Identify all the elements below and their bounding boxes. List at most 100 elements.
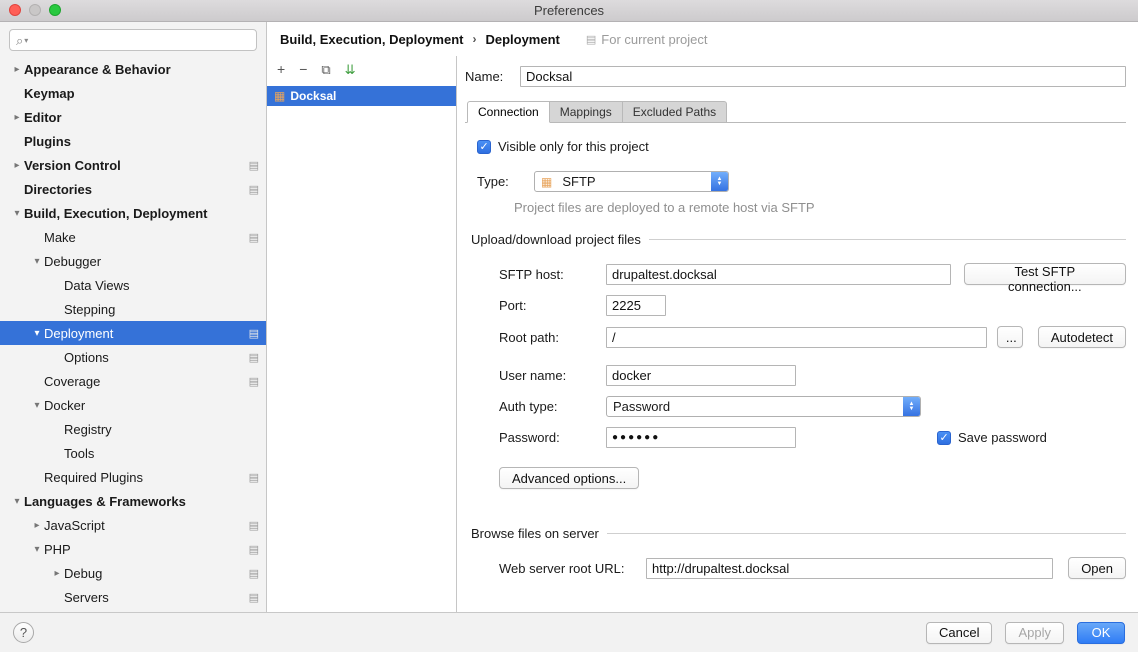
sftp-host-input[interactable] [606,264,951,285]
cancel-button[interactable]: Cancel [926,622,992,644]
password-label: Password: [499,430,606,445]
tab-excluded-paths[interactable]: Excluded Paths [623,101,727,123]
sidebar-item-label: Registry [64,422,112,437]
test-sftp-connection-button[interactable]: Test SFTP connection... [964,263,1126,285]
sidebar-item-coverage[interactable]: Coverage▤ [0,369,266,393]
breadcrumb-item-deployment[interactable]: Deployment [485,32,559,47]
help-button[interactable]: ? [13,622,34,643]
sidebar-item-label: Keymap [24,86,75,101]
main-area: ⌕ ▾ ▸Appearance & BehaviorKeymap▸EditorP… [0,22,1138,612]
type-select[interactable]: ▦ SFTP ▲▼ [534,171,729,192]
browse-root-path-button[interactable]: ... [997,326,1023,348]
breadcrumb-item-build-execution-deployment[interactable]: Build, Execution, Deployment [280,32,463,47]
sidebar-item-label: Servers [64,590,109,605]
sidebar-item-docker[interactable]: ▾Docker [0,393,266,417]
content-row: + − ⧉ ⇊ ▦ Docksal Name: [267,56,1138,612]
advanced-options-button[interactable]: Advanced options... [499,467,639,489]
web-root-label: Web server root URL: [499,561,646,576]
sidebar-item-javascript[interactable]: ▸JavaScript▤ [0,513,266,537]
chevron-right-icon[interactable]: ▸ [10,112,24,123]
sidebar-item-required-plugins[interactable]: Required Plugins▤ [0,465,266,489]
sidebar-item-editor[interactable]: ▸Editor [0,105,266,129]
sidebar-item-version-control[interactable]: ▸Version Control▤ [0,153,266,177]
sidebar-item-php[interactable]: ▾PHP▤ [0,537,266,561]
server-list-panel: + − ⧉ ⇊ ▦ Docksal [267,56,457,612]
sftp-host-label: SFTP host: [499,267,606,282]
dropdown-stepper-icon[interactable]: ▲▼ [711,172,728,191]
sidebar-item-label: Deployment [44,326,113,341]
chevron-down-icon[interactable]: ▾ [10,496,24,507]
port-row: Port: [499,295,1126,316]
settings-search-box[interactable]: ⌕ ▾ [9,29,257,51]
connection-tab-content: Visible only for this project Type: ▦ SF… [465,123,1126,579]
auth-type-label: Auth type: [499,399,606,414]
search-scope-chevron-icon[interactable]: ▾ [24,36,28,45]
apply-button[interactable]: Apply [1005,622,1064,644]
tab-connection[interactable]: Connection [467,101,550,123]
dropdown-stepper-icon[interactable]: ▲▼ [903,397,920,416]
chevron-right-icon[interactable]: ▸ [10,64,24,75]
user-name-input[interactable] [606,365,796,386]
sidebar-item-deployment[interactable]: ▾Deployment▤ [0,321,266,345]
visible-only-checkbox[interactable] [477,140,491,154]
add-server-button[interactable]: + [277,62,285,76]
chevron-right-icon[interactable]: ▸ [30,520,44,531]
sidebar-item-appearance-behavior[interactable]: ▸Appearance & Behavior [0,57,266,81]
ok-button[interactable]: OK [1077,622,1125,644]
chevron-down-icon[interactable]: ▾ [10,208,24,219]
sidebar-item-stepping[interactable]: Stepping [0,297,266,321]
port-input[interactable] [606,295,666,316]
sftp-server-icon: ▦ [274,90,285,102]
sidebar-item-languages-frameworks[interactable]: ▾Languages & Frameworks [0,489,266,513]
sidebar-item-registry[interactable]: Registry [0,417,266,441]
user-name-label: User name: [499,368,606,383]
autodetect-button[interactable]: Autodetect [1038,326,1126,348]
traffic-lights [9,4,61,16]
zoom-button[interactable] [49,4,61,16]
remove-server-button[interactable]: − [299,62,307,76]
save-password-checkbox[interactable] [937,431,951,445]
sidebar-item-servers[interactable]: Servers▤ [0,585,266,609]
sidebar-item-directories[interactable]: Directories ▤ [0,177,266,201]
close-button[interactable] [9,4,21,16]
settings-search-input[interactable] [32,33,250,47]
sidebar-item-debugger[interactable]: ▾Debugger [0,249,266,273]
password-input[interactable] [606,427,796,448]
chevron-down-icon[interactable]: ▾ [30,328,44,339]
chevron-right-icon[interactable]: ▸ [10,160,24,171]
visible-only-label: Visible only for this project [498,139,649,154]
sidebar-item-plugins[interactable]: Plugins [0,129,266,153]
section-divider [607,533,1126,534]
sidebar-item-make[interactable]: Make▤ [0,225,266,249]
sidebar-item-label: Coverage [44,374,100,389]
sidebar-item-label: Stepping [64,302,115,317]
project-level-icon: ▤ [249,159,259,172]
auth-type-select[interactable]: Password ▲▼ [606,396,921,417]
sidebar-item-debug[interactable]: ▸Debug▤ [0,561,266,585]
sidebar-item-data-views[interactable]: Data Views [0,273,266,297]
chevron-down-icon[interactable]: ▾ [30,400,44,411]
open-button[interactable]: Open [1068,557,1126,579]
type-label: Type: [477,174,534,189]
settings-sidebar: ⌕ ▾ ▸Appearance & Behavior Keymap ▸EditorP… [0,22,267,612]
copy-server-button[interactable]: ⧉ [321,63,330,76]
type-helper-text: Project files are deployed to a remote h… [514,200,1126,215]
sidebar-item-build-execution-deployment[interactable]: ▾Build, Execution, Deployment [0,201,266,225]
sidebar-item-keymap[interactable]: Keymap [0,81,266,105]
root-path-input[interactable] [606,327,987,348]
type-row: Type: ▦ SFTP ▲▼ [477,171,1126,192]
project-level-icon: ▤ [249,183,259,196]
tab-mappings[interactable]: Mappings [550,101,623,123]
root-path-row: Root path: ... Autodetect [499,326,1126,348]
web-root-input[interactable] [646,558,1053,579]
sidebar-item-options[interactable]: Options▤ [0,345,266,369]
chevron-down-icon[interactable]: ▾ [30,256,44,267]
project-level-icon: ▤ [249,351,259,364]
sidebar-item-tools[interactable]: Tools [0,441,266,465]
name-input[interactable] [520,66,1126,87]
sidebar-item-label: Directories [24,182,92,197]
import-server-button[interactable]: ⇊ [345,63,356,76]
chevron-down-icon[interactable]: ▾ [30,544,44,555]
chevron-right-icon[interactable]: ▸ [50,568,64,579]
server-list-item[interactable]: ▦ Docksal [267,86,456,106]
